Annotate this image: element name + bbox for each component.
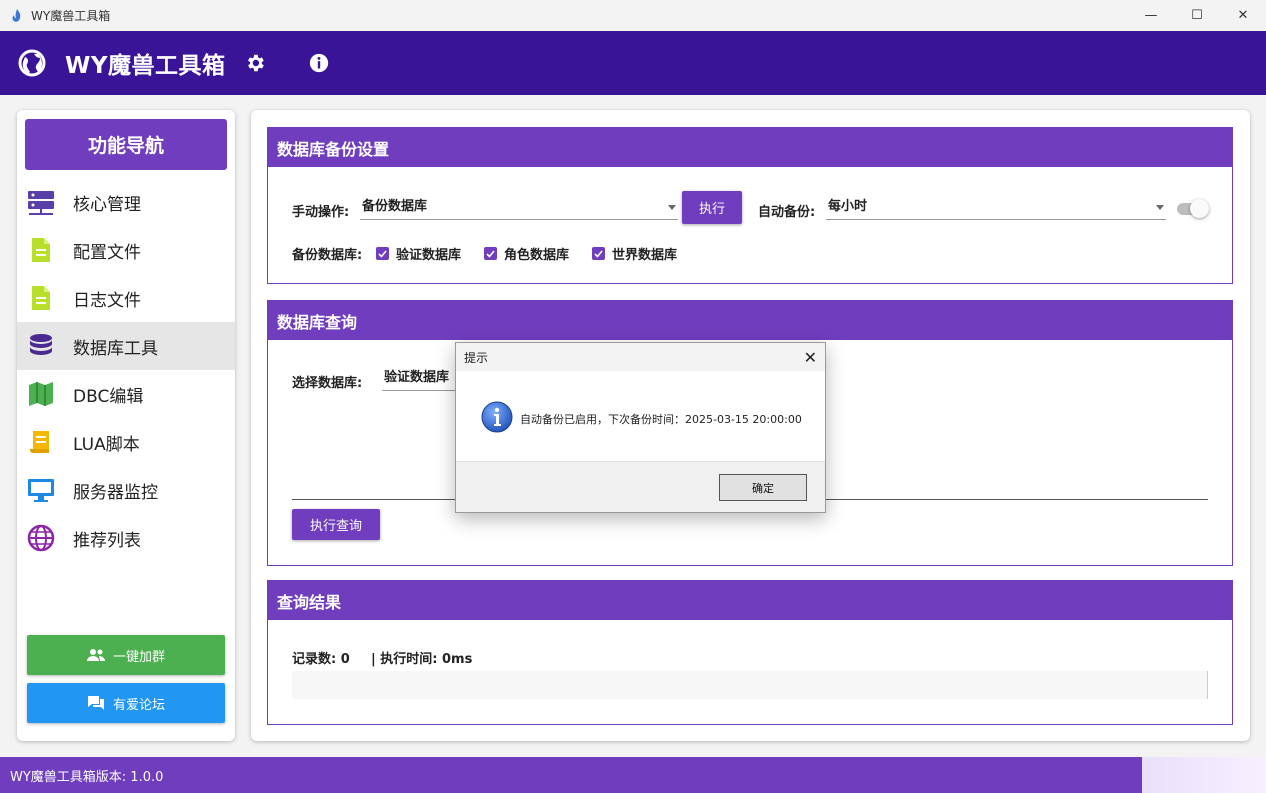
sidebar-item-label: 核心管理 — [73, 194, 141, 215]
forum-label: 有爱论坛 — [112, 697, 165, 713]
sidebar-item-label: LUA脚本 — [73, 434, 140, 455]
status-bar-edge — [1142, 757, 1266, 793]
server-icon — [27, 188, 55, 216]
people-icon — [86, 649, 105, 661]
close-icon[interactable]: ✕ — [804, 348, 817, 367]
checkbox-checked-icon — [484, 247, 497, 260]
manual-operation-select[interactable]: 备份数据库 — [360, 196, 678, 220]
sidebar-item-monitor[interactable]: 服务器监控 — [17, 466, 235, 514]
sidebar-item-database[interactable]: 数据库工具 — [17, 322, 235, 370]
sidebar-item-label: 数据库工具 — [73, 338, 158, 359]
status-bar: WY魔兽工具箱版本: 1.0.0 — [0, 757, 1142, 793]
dialog-titlebar: 提示 — [456, 343, 825, 371]
checkbox-world-db[interactable]: 世界数据库 — [592, 244, 677, 263]
record-count: 记录数: 0 — [292, 652, 350, 667]
join-group-label: 一键加群 — [112, 649, 165, 665]
globe-icon — [27, 524, 55, 552]
gear-icon[interactable] — [244, 52, 266, 74]
chat-icon — [87, 696, 104, 710]
results-panel: 查询结果 记录数: 0 | 执行时间: 0ms — [267, 580, 1233, 725]
sidebar-item-config[interactable]: 配置文件 — [17, 226, 235, 274]
maximize-button[interactable]: ☐ — [1174, 0, 1220, 31]
checkbox-auth-db[interactable]: 验证数据库 — [376, 244, 461, 263]
backup-panel: 数据库备份设置 手动操作: 备份数据库 执行 自动备份: 每小时 备份数据库: … — [267, 127, 1233, 284]
sidebar-item-label: 推荐列表 — [73, 530, 141, 551]
file-icon — [27, 284, 55, 312]
file-icon — [27, 236, 55, 264]
script-icon — [27, 428, 55, 456]
results-panel-title: 查询结果 — [268, 581, 1232, 620]
database-icon — [27, 332, 55, 360]
version-text: WY魔兽工具箱版本: 1.0.0 — [10, 769, 164, 785]
dialog-title: 提示 — [464, 350, 489, 365]
ok-button[interactable]: 确定 — [719, 474, 807, 501]
checkbox-label: 角色数据库 — [504, 248, 570, 263]
map-icon — [27, 380, 55, 408]
query-db-value: 验证数据库 — [384, 370, 450, 385]
execution-time: | 执行时间: 0ms — [371, 652, 473, 667]
checkbox-char-db[interactable]: 角色数据库 — [484, 244, 569, 263]
sidebar-item-core[interactable]: 核心管理 — [17, 178, 235, 226]
dialog-footer: 确定 — [456, 461, 825, 512]
manual-label: 手动操作: — [292, 205, 350, 220]
sidebar-item-logs[interactable]: 日志文件 — [17, 274, 235, 322]
auto-backup-toggle[interactable] — [1177, 199, 1209, 218]
checkbox-checked-icon — [592, 247, 605, 260]
backup-db-label: 备份数据库: — [292, 248, 363, 263]
window-title: WY魔兽工具箱 — [31, 9, 111, 23]
nav-heading: 功能导航 — [25, 119, 227, 170]
sidebar-item-recommend[interactable]: 推荐列表 — [17, 514, 235, 562]
info-icon[interactable] — [308, 52, 330, 74]
select-db-label: 选择数据库: — [292, 376, 363, 391]
sidebar-item-label: DBC编辑 — [73, 386, 144, 407]
execute-query-button[interactable]: 执行查询 — [292, 509, 380, 540]
join-group-button[interactable]: 一键加群 — [27, 635, 225, 675]
sidebar-item-label: 日志文件 — [73, 290, 141, 311]
auto-backup-label: 自动备份: — [758, 205, 816, 220]
checkbox-label: 验证数据库 — [396, 248, 462, 263]
info-icon — [481, 401, 513, 433]
app-header: WY魔兽工具箱 — [0, 31, 1266, 95]
toggle-knob — [1190, 199, 1209, 218]
globe-icon[interactable] — [18, 49, 46, 77]
checkbox-checked-icon — [376, 247, 389, 260]
app-title: WY魔兽工具箱 — [65, 53, 226, 79]
execute-button[interactable]: 执行 — [682, 191, 742, 224]
manual-operation-value: 备份数据库 — [362, 199, 428, 214]
backup-panel-title: 数据库备份设置 — [268, 128, 1232, 167]
results-table[interactable] — [292, 671, 1208, 699]
sidebar: 功能导航 核心管理 配置文件 日志文件 数据库工具 DBC编辑 LUA脚本 服务… — [17, 110, 235, 741]
message-dialog: 提示 ✕ 自动备份已启用，下次备份时间：2025-03-15 20:00:00 … — [455, 342, 826, 513]
sidebar-item-lua[interactable]: LUA脚本 — [17, 418, 235, 466]
chevron-down-icon — [1156, 205, 1164, 210]
close-window-button[interactable]: ✕ — [1220, 0, 1266, 31]
checkbox-label: 世界数据库 — [612, 248, 678, 263]
app-flame-icon — [12, 8, 21, 22]
minimize-button[interactable]: — — [1128, 0, 1174, 31]
auto-backup-select[interactable]: 每小时 — [826, 196, 1166, 220]
chevron-down-icon — [668, 205, 676, 210]
query-db-select[interactable]: 验证数据库 — [382, 367, 462, 391]
sidebar-item-label: 配置文件 — [73, 242, 141, 263]
sidebar-item-dbc[interactable]: DBC编辑 — [17, 370, 235, 418]
query-panel-title: 数据库查询 — [268, 301, 1232, 340]
window-titlebar: WY魔兽工具箱 — ☐ ✕ — [0, 0, 1266, 31]
auto-backup-value: 每小时 — [828, 199, 868, 214]
sidebar-item-label: 服务器监控 — [73, 482, 158, 503]
forum-button[interactable]: 有爱论坛 — [27, 683, 225, 723]
monitor-icon — [27, 476, 55, 504]
dialog-message: 自动备份已启用，下次备份时间：2025-03-15 20:00:00 — [520, 413, 802, 426]
